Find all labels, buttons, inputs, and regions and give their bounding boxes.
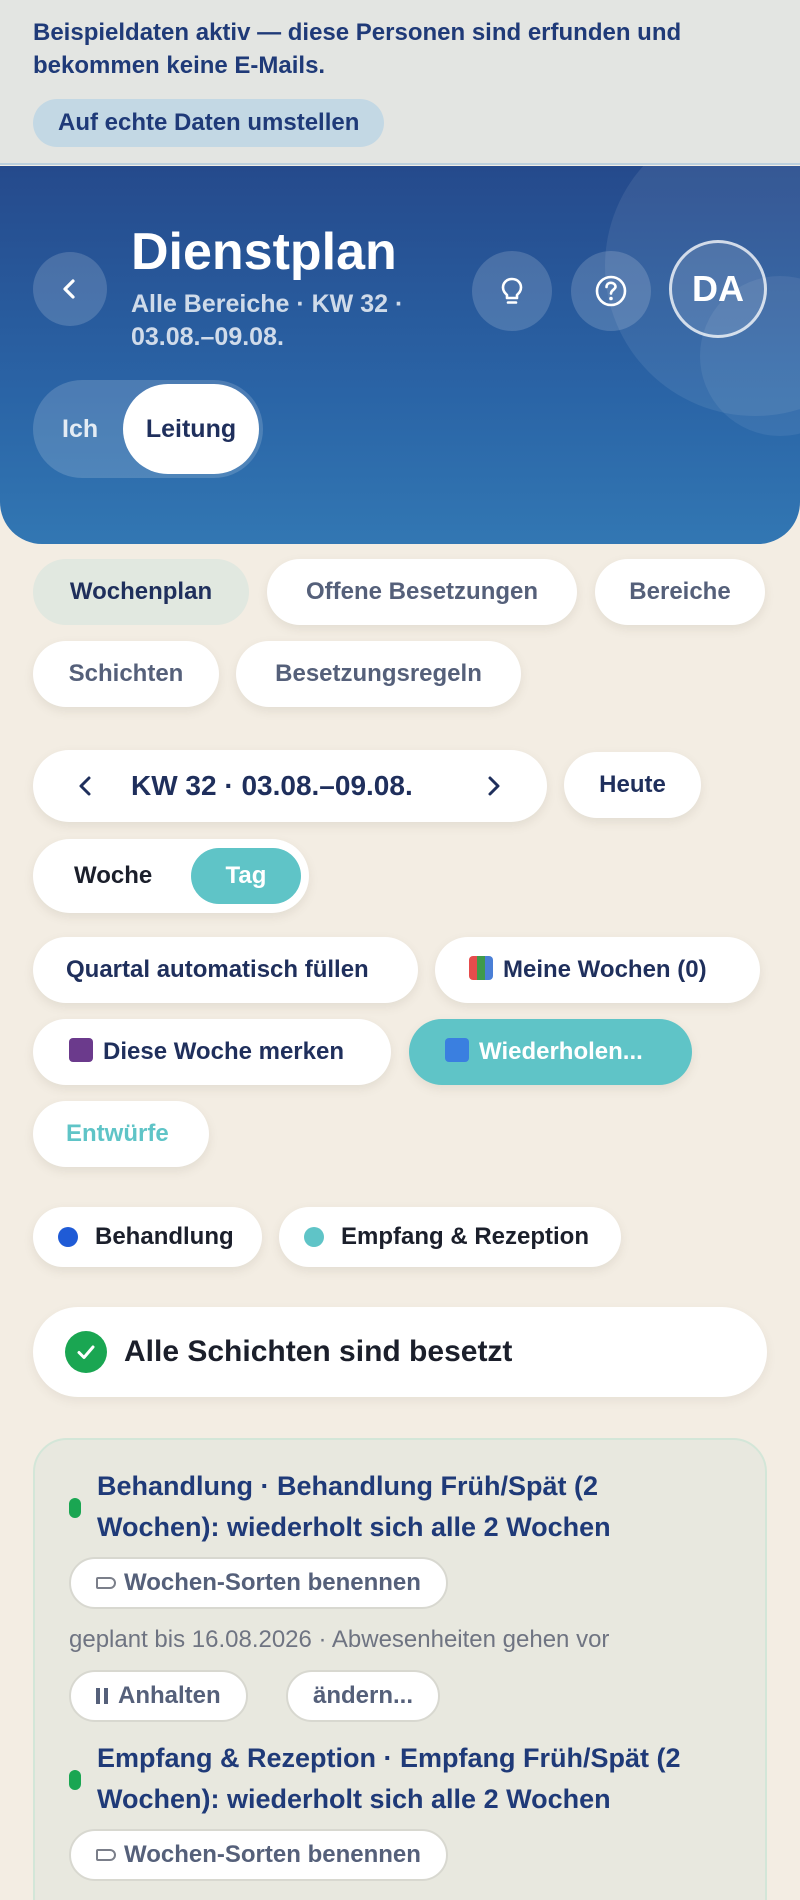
next-week-button[interactable] [463, 750, 523, 822]
legend-dot [58, 1227, 78, 1247]
help-icon [595, 275, 627, 307]
switch-to-real-data-button[interactable]: Auf echte Daten umstellen [33, 99, 385, 147]
drafts-label: Entwürfe [66, 1120, 169, 1147]
plan-note: geplant bis 16.08.2026 · Abwesenheiten g… [69, 1626, 610, 1653]
page-title: Dienstplan [131, 223, 397, 281]
save-week-button[interactable]: Diese Woche merken [33, 1019, 391, 1085]
edit-rule-label: ändern... [313, 1682, 414, 1709]
view-switch: Woche Tag [33, 839, 309, 913]
today-button[interactable]: Heute [564, 752, 701, 818]
pause-label: Anhalten [118, 1682, 221, 1709]
label-tag-icon [96, 1577, 116, 1589]
view-week-option[interactable]: Woche [74, 839, 152, 913]
status-card: Alle Schichten sind besetzt [33, 1307, 767, 1397]
pause-icon [96, 1688, 108, 1704]
tab-wochenplan[interactable]: Wochenplan [33, 559, 249, 625]
role-switch: Ich Leitung [33, 380, 263, 478]
tab-bereiche[interactable]: Bereiche [595, 559, 765, 625]
floppy-disk-icon [69, 1038, 93, 1062]
repeat-label: Wiederholen... [479, 1038, 643, 1065]
status-text: Alle Schichten sind besetzt [124, 1335, 513, 1368]
check-icon [65, 1331, 107, 1373]
my-weeks-button[interactable]: Meine Wochen (0) [435, 937, 760, 1003]
rule-status-indicator [69, 1770, 81, 1790]
header: Dienstplan Alle Bereiche · KW 32 · 03.08… [0, 166, 800, 544]
tab-besetzungsregeln[interactable]: Besetzungsregeln [236, 641, 521, 707]
repeat-button[interactable]: Wiederholen... [409, 1019, 692, 1085]
avatar[interactable]: DA [669, 240, 767, 338]
page-subtitle: Alle Bereiche · KW 32 · 03.08.–09.08. [131, 290, 404, 351]
role-leitung-option[interactable]: Leitung [123, 384, 259, 474]
label-tag-icon [96, 1849, 116, 1861]
help-button[interactable] [571, 251, 651, 331]
repeat-icon [445, 1038, 469, 1062]
view-day-option[interactable]: Tag [191, 848, 301, 904]
books-icon [469, 956, 493, 980]
chevron-right-icon [488, 776, 500, 796]
fill-quarter-button[interactable]: Quartal automatisch füllen [33, 937, 418, 1003]
week-label: KW 32 · 03.08.–09.08. [131, 770, 413, 801]
fill-quarter-label: Quartal automatisch füllen [66, 956, 369, 983]
name-week-types-label: Wochen-Sorten benennen [124, 1841, 421, 1868]
legend-label: Empfang & Rezeption [341, 1223, 590, 1250]
my-weeks-label: Meine Wochen (0) [503, 956, 707, 983]
lightbulb-icon [501, 277, 523, 304]
rule-title: Behandlung · Behandlung Früh/Spät (2 Woc… [97, 1471, 611, 1542]
previous-week-button[interactable] [56, 750, 116, 822]
name-week-types-button[interactable]: Wochen-Sorten benennen [69, 1557, 448, 1609]
recurrence-rules-card: Behandlung · Behandlung Früh/Spät (2 Woc… [33, 1438, 767, 1900]
legend-item-empfang: Empfang & Rezeption [279, 1207, 621, 1267]
week-navigator: KW 32 · 03.08.–09.08. [33, 750, 547, 822]
name-week-types-label: Wochen-Sorten benennen [124, 1569, 421, 1596]
rule-title: Empfang & Rezeption · Empfang Früh/Spät … [97, 1743, 681, 1814]
rule-status-indicator [69, 1498, 81, 1518]
save-week-label: Diese Woche merken [103, 1038, 344, 1065]
back-button[interactable] [33, 252, 107, 326]
back-icon [63, 279, 75, 299]
tab-offene-besetzungen[interactable]: Offene Besetzungen [267, 559, 577, 625]
demo-banner-text: Beispieldaten aktiv — diese Personen sin… [33, 19, 682, 79]
legend-dot [304, 1227, 324, 1247]
tab-schichten[interactable]: Schichten [33, 641, 219, 707]
chevron-left-icon [79, 776, 91, 796]
tips-button[interactable] [472, 251, 552, 331]
name-week-types-button[interactable]: Wochen-Sorten benennen [69, 1829, 448, 1881]
pause-button[interactable]: Anhalten [69, 1670, 248, 1722]
drafts-button[interactable]: Entwürfe [33, 1101, 209, 1167]
legend-item-behandlung: Behandlung [33, 1207, 262, 1267]
demo-banner: Beispieldaten aktiv — diese Personen sin… [0, 0, 800, 165]
legend-label: Behandlung [95, 1223, 234, 1250]
role-ich-option[interactable]: Ich [62, 380, 98, 478]
edit-rule-button[interactable]: ändern... [286, 1670, 441, 1722]
